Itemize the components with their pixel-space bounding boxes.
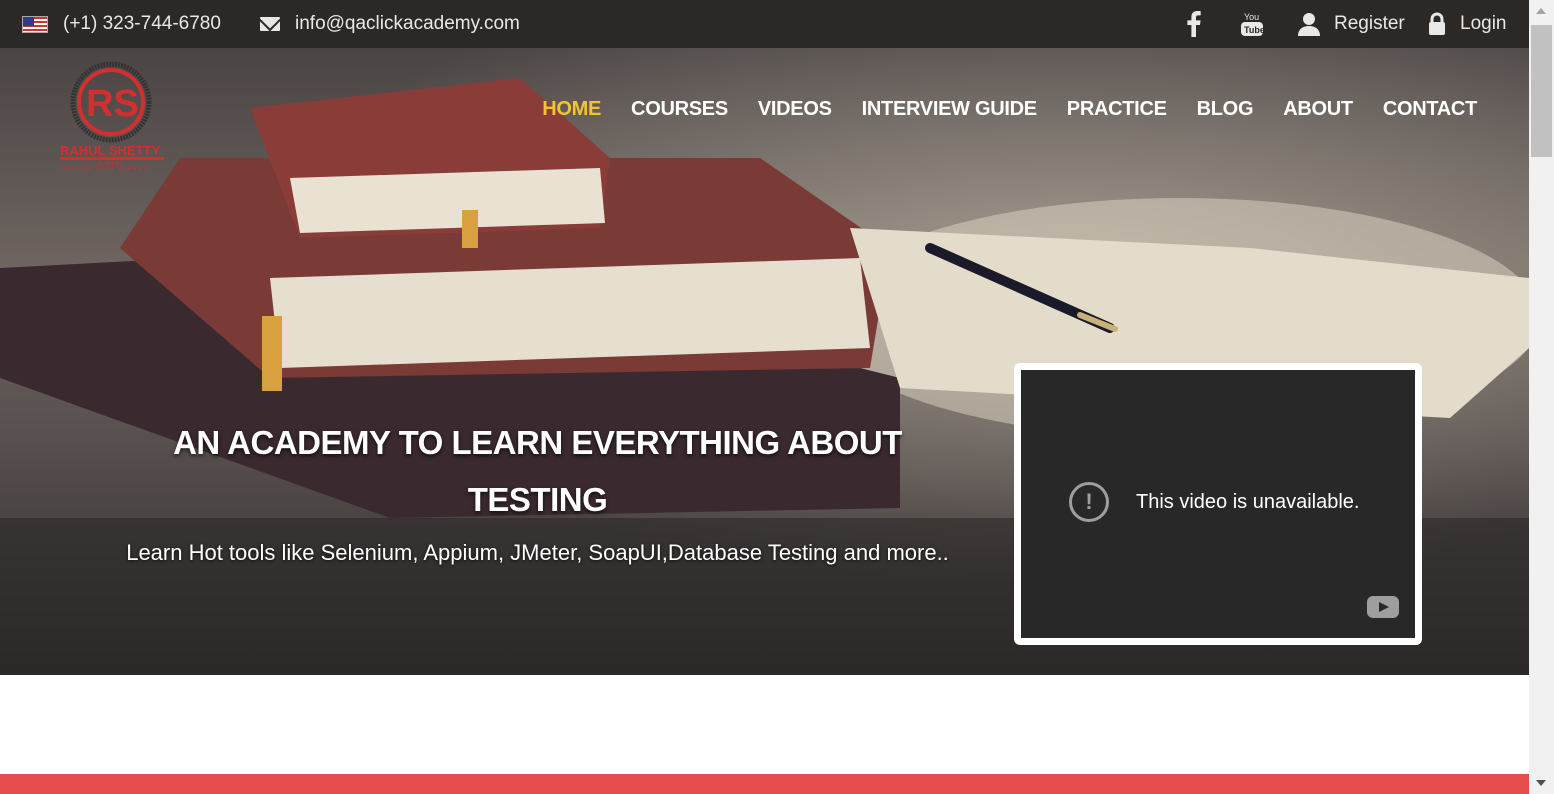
scroll-down-icon[interactable] <box>1536 780 1546 786</box>
nav-item-about[interactable]: ABOUT <box>1283 98 1353 121</box>
nav-item-interview-guide[interactable]: INTERVIEW GUIDE <box>862 98 1037 121</box>
hero-title-line-1: AN ACADEMY TO LEARN EVERYTHING ABOUT <box>173 424 902 461</box>
hero-title-line-2: TESTING <box>467 481 608 518</box>
scroll-up-icon[interactable] <box>1536 8 1546 14</box>
exclamation-icon: ! <box>1069 482 1109 522</box>
svg-text:You: You <box>1244 12 1259 22</box>
envelope-icon <box>260 0 280 48</box>
svg-text:Tube: Tube <box>1244 25 1264 35</box>
email-link[interactable]: info@qaclickacademy.com <box>295 0 520 48</box>
phone-number[interactable]: (+1) 323-744-6780 <box>63 0 221 48</box>
nav-item-videos[interactable]: VIDEOS <box>758 98 832 121</box>
facebook-icon[interactable] <box>1186 0 1202 48</box>
video-unavailable-message: This video is unavailable. <box>1136 490 1360 513</box>
svg-text:RS: RS <box>86 83 139 125</box>
vertical-scrollbar[interactable] <box>1529 0 1554 794</box>
hero-subtitle: Learn Hot tools like Selenium, Appium, J… <box>126 540 949 565</box>
nav-item-practice[interactable]: PRACTICE <box>1067 98 1167 121</box>
academy-logo[interactable]: RS RAHUL SHETTY ACADEMY BECOME TEST EXPE… <box>58 61 168 172</box>
main-nav: HOME COURSES VIDEOS INTERVIEW GUIDE PRAC… <box>542 98 1477 121</box>
red-section-bar <box>0 774 1529 794</box>
hero-title: AN ACADEMY TO LEARN EVERYTHING ABOUT TES… <box>140 414 935 528</box>
top-bar: (+1) 323-744-6780 info@qaclickacademy.co… <box>0 0 1529 48</box>
hero-banner: RS RAHUL SHETTY ACADEMY BECOME TEST EXPE… <box>0 48 1529 675</box>
svg-text:RAHUL SHETTY: RAHUL SHETTY <box>60 143 160 158</box>
register-link[interactable]: Register <box>1334 0 1405 48</box>
nav-item-home[interactable]: HOME <box>542 98 601 121</box>
youtube-icon[interactable]: You Tube <box>1240 0 1264 48</box>
nav-item-contact[interactable]: CONTACT <box>1383 98 1477 121</box>
lock-icon <box>1428 0 1446 48</box>
scrollbar-thumb[interactable] <box>1531 25 1552 157</box>
nav-item-courses[interactable]: COURSES <box>631 98 728 121</box>
us-flag-icon <box>22 0 48 48</box>
video-embed[interactable]: ! This video is unavailable. <box>1014 363 1422 645</box>
login-link[interactable]: Login <box>1460 0 1507 48</box>
nav-item-blog[interactable]: BLOG <box>1197 98 1254 121</box>
user-icon <box>1298 0 1320 48</box>
youtube-logo-icon[interactable] <box>1367 596 1399 618</box>
svg-text:BECOME TEST EXPERT: BECOME TEST EXPERT <box>62 166 148 172</box>
